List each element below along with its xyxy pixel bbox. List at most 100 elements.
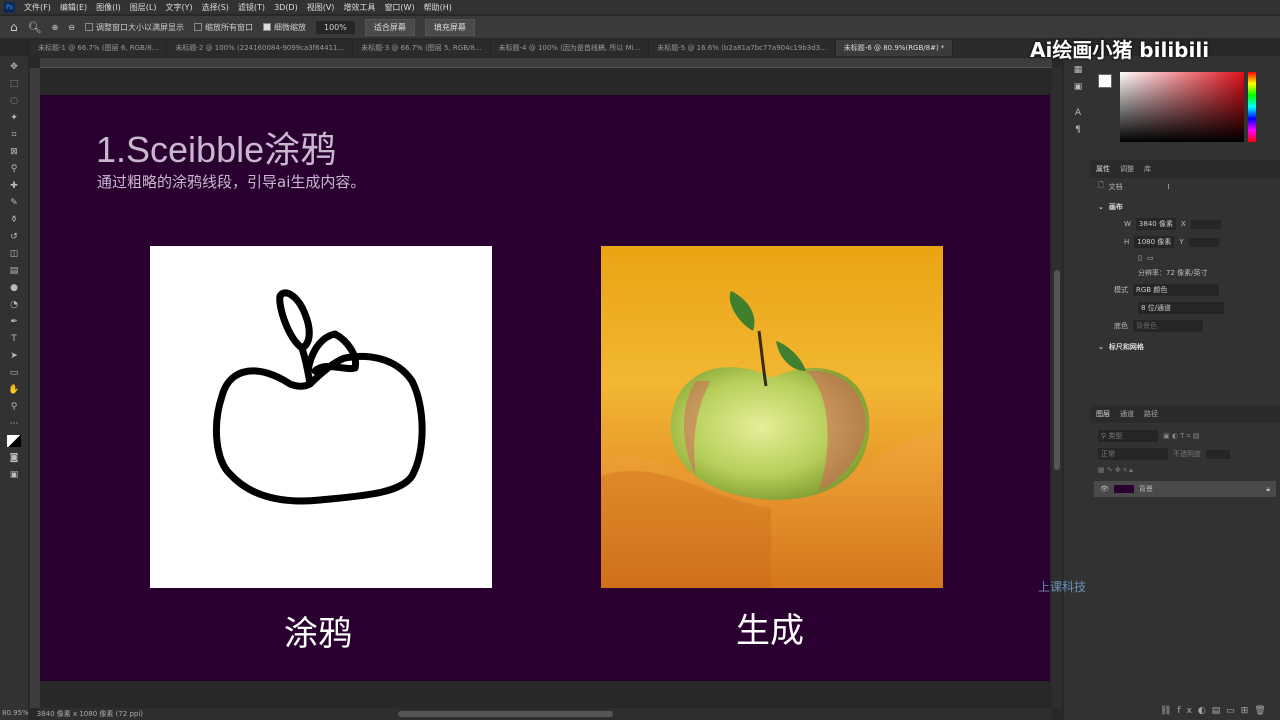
marquee-tool-icon[interactable]: ⬚ xyxy=(7,78,21,90)
tab-layers[interactable]: 图层 xyxy=(1096,409,1110,419)
color-picker-field[interactable] xyxy=(1120,72,1244,142)
history-icon[interactable]: ▦ xyxy=(1071,64,1085,76)
doc-tab-active[interactable]: 未标题-6 @ 80.9%(RGB/8#) * xyxy=(835,40,954,56)
comment-icon[interactable]: ▣ xyxy=(1071,81,1085,93)
brush-tool-icon[interactable]: ✎ xyxy=(7,197,21,209)
layer-row[interactable]: 👁︎ 背景 🔒︎ xyxy=(1094,481,1276,497)
blend-mode-select[interactable]: 正常 xyxy=(1098,448,1168,460)
status-doc-size: 3840 像素 x 1080 像素 (72 ppi) xyxy=(36,710,144,718)
width-field[interactable]: 3840 像素 xyxy=(1135,218,1176,230)
ruler-horizontal xyxy=(40,58,1052,68)
menu-image[interactable]: 图像(I) xyxy=(96,2,121,13)
doc-tab[interactable]: 未标题-4 @ 100% (因为是首线稿, 所以 Mi... xyxy=(491,40,650,56)
canvas-section[interactable]: 画布 xyxy=(1109,202,1123,212)
menu-view[interactable]: 视图(V) xyxy=(307,2,335,13)
chevron-down-icon[interactable]: ⌄ xyxy=(1098,343,1104,351)
paragraph-icon[interactable]: ¶ xyxy=(1071,124,1085,136)
tab-properties[interactable]: 属性 xyxy=(1096,164,1110,174)
quick-mask-icon[interactable]: ◙ xyxy=(7,452,21,464)
layer-bottom-icons[interactable]: ⛓fx◐▤▭⊞🗑︎ xyxy=(1160,706,1272,716)
frame-tool-icon[interactable]: ⊠ xyxy=(7,146,21,158)
character-icon[interactable]: A xyxy=(1071,107,1085,119)
menu-filter[interactable]: 滤镜(T) xyxy=(238,2,265,13)
more-tools-icon[interactable]: ⋯ xyxy=(7,418,21,430)
doc-tab[interactable]: 未标题-1 @ 66.7% (图层 6, RGB/8... xyxy=(30,40,168,56)
type-tool-icon[interactable]: T xyxy=(7,333,21,345)
rulers-section[interactable]: 标尺和网格 xyxy=(1109,342,1144,352)
y-field[interactable] xyxy=(1188,237,1219,247)
zoom-in-icon[interactable]: ⊕ xyxy=(52,23,59,32)
slide-title: 1.Sceibble涂鸦 xyxy=(96,129,337,170)
zoom-all-checkbox[interactable]: 缩放所有窗口 xyxy=(194,22,253,33)
menu-edit[interactable]: 编辑(E) xyxy=(60,2,87,13)
layer-filter-search[interactable]: ⚲ 类型 xyxy=(1098,430,1158,442)
foreground-color-swatch[interactable] xyxy=(1098,74,1112,88)
color-swatches-icon[interactable] xyxy=(7,435,21,447)
crop-tool-icon[interactable]: ⌗ xyxy=(7,129,21,141)
menu-plugins[interactable]: 增效工具 xyxy=(343,2,375,13)
zoom-out-icon[interactable]: ⊖ xyxy=(68,23,75,32)
menu-layer[interactable]: 图层(L) xyxy=(130,2,157,13)
eyedropper-icon[interactable]: ⚲ xyxy=(7,163,21,175)
history-brush-icon[interactable]: ↺ xyxy=(7,231,21,243)
doc-tab[interactable]: 未标题-3 @ 66.7% (图层 5, RGB/8... xyxy=(353,40,491,56)
doodle-label: 涂鸦 xyxy=(284,614,352,654)
tab-libraries[interactable]: 库 xyxy=(1144,164,1151,174)
blur-tool-icon[interactable]: ● xyxy=(7,282,21,294)
doc-tab[interactable]: 未标题-2 @ 100% (224160084-9099ca3f64411... xyxy=(167,40,354,56)
mode-select[interactable]: RGB 颜色 xyxy=(1133,284,1219,296)
depth-select[interactable]: 8 位/通道 xyxy=(1138,302,1224,314)
x-field[interactable] xyxy=(1190,219,1221,229)
zoom-tool-icon[interactable]: ⚲ xyxy=(7,401,21,413)
visibility-eye-icon[interactable]: 👁︎ xyxy=(1100,485,1109,493)
path-select-icon[interactable]: ➤ xyxy=(7,350,21,362)
horizontal-scroll-thumb[interactable] xyxy=(398,711,613,717)
magic-wand-icon[interactable]: ✦ xyxy=(7,112,21,124)
generated-apple-image xyxy=(601,246,943,588)
landscape-icon[interactable]: ▭ xyxy=(1147,254,1154,262)
tab-adjustments[interactable]: 调整 xyxy=(1120,164,1134,174)
scrubby-zoom-checkbox[interactable]: 细微缩放 xyxy=(263,22,306,33)
home-icon[interactable]: ⌂ xyxy=(10,20,18,34)
height-field[interactable]: 1080 像素 xyxy=(1134,236,1175,248)
portrait-icon[interactable]: ▯ xyxy=(1138,254,1142,262)
resolution: 分辨率：72 像素/英寸 xyxy=(1138,269,1208,277)
move-tool-icon[interactable]: ✥ xyxy=(7,61,21,73)
hand-tool-icon[interactable]: ✋ xyxy=(7,384,21,396)
resize-windows-checkbox[interactable]: 调整窗口大小以满屏显示 xyxy=(85,22,184,33)
filter-icons[interactable]: ▣ ◐ T ⌗ ▤ xyxy=(1163,432,1199,441)
dodge-tool-icon[interactable]: ◔ xyxy=(7,299,21,311)
lasso-tool-icon[interactable]: ◌ xyxy=(7,95,21,107)
vertical-scroll-thumb[interactable] xyxy=(1054,270,1060,470)
fill-screen-button[interactable]: 填充屏幕 xyxy=(424,18,475,36)
channel-watermark: Ai绘画小猪 bilibili xyxy=(1030,38,1210,62)
menu-select[interactable]: 选择(S) xyxy=(202,2,229,13)
layer-name: 背景 xyxy=(1138,485,1153,493)
menu-3d[interactable]: 3D(D) xyxy=(274,3,298,12)
stamp-tool-icon[interactable]: ⚱ xyxy=(7,214,21,226)
layer-thumbnail xyxy=(1113,485,1134,493)
document-tabs: 未标题-1 @ 66.7% (图层 6, RGB/8... 未标题-2 @ 10… xyxy=(30,40,1060,56)
fit-screen-button[interactable]: 适合屏幕 xyxy=(364,18,415,36)
menu-file[interactable]: 文件(F) xyxy=(24,2,51,13)
gradient-tool-icon[interactable]: ▤ xyxy=(7,265,21,277)
menu-help[interactable]: 帮助(H) xyxy=(424,2,452,13)
healing-brush-icon[interactable]: ✚ xyxy=(7,180,21,192)
status-zoom[interactable]: 80.95% xyxy=(2,709,29,720)
pen-tool-icon[interactable]: ✒ xyxy=(7,316,21,328)
opacity-field[interactable] xyxy=(1206,449,1230,459)
doc-tab[interactable]: 未标题-5 @ 16.6% (b2a81a7bc77a904c19b3d3... xyxy=(649,40,836,56)
hue-slider[interactable] xyxy=(1248,72,1256,142)
background-select[interactable]: 背景色 xyxy=(1133,320,1203,332)
chevron-down-icon[interactable]: ⌄ xyxy=(1098,203,1104,211)
menu-type[interactable]: 文字(Y) xyxy=(165,2,192,13)
tab-paths[interactable]: 路径 xyxy=(1144,409,1158,419)
zoom-value-field[interactable]: 100% xyxy=(316,20,355,34)
menu-window[interactable]: 窗口(W) xyxy=(384,2,414,13)
tab-channels[interactable]: 通道 xyxy=(1120,409,1134,419)
shape-tool-icon[interactable]: ▭ xyxy=(7,367,21,379)
lock-options-icons[interactable]: ▦ ✎ ✥ ⌗ 🔒︎ xyxy=(1098,466,1133,475)
screen-mode-icon[interactable]: ▣ xyxy=(7,469,21,481)
eraser-icon[interactable]: ◫ xyxy=(7,248,21,260)
zoom-tool-icon[interactable]: 🔍︎ xyxy=(28,21,42,34)
